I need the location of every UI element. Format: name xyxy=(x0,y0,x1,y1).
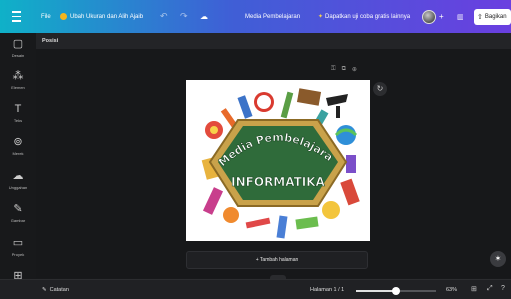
notes-icon: ✎ xyxy=(42,287,47,293)
board-subject-text: INFORMATIKA xyxy=(231,175,325,189)
document-title[interactable]: Media Pembelajaran xyxy=(245,0,300,33)
share-label: Bagikan xyxy=(484,14,507,20)
magic-assistant-icon[interactable]: ✶ xyxy=(490,251,506,267)
help-icon[interactable]: ? xyxy=(501,285,505,292)
brand-icon: ⊚ xyxy=(13,136,23,148)
share-button[interactable]: ⇧ Bagikan xyxy=(474,9,511,25)
add-page-button[interactable]: + Tambah halaman xyxy=(186,251,368,269)
undo-icon[interactable]: ↶ xyxy=(160,0,168,33)
add-page-icon[interactable]: ⊕ xyxy=(352,66,357,73)
zoom-slider-knob[interactable] xyxy=(392,287,400,295)
file-menu[interactable]: File xyxy=(41,0,51,33)
duplicate-page-icon[interactable]: ⧉ xyxy=(342,66,346,73)
left-sidebar: ▢ Desain ⁂ Elemen T Teks ⊚ Merek ☁ Ungga… xyxy=(0,33,36,299)
rotate-icon[interactable]: ↻ xyxy=(373,82,387,96)
fullscreen-icon[interactable]: ⤢ xyxy=(487,285,493,293)
zoom-slider-fill xyxy=(356,290,396,292)
upload-icon: ⇧ xyxy=(477,14,483,21)
sidebar-item-draw[interactable]: ✎ Gambar xyxy=(0,203,36,224)
trial-promo-label: Dapatkan uji coba gratis lainnya xyxy=(325,13,411,20)
sidebar-item-projects[interactable]: ▭ Proyek xyxy=(0,237,36,258)
education-illustration: Media Pembelajaran INFORMATIKA xyxy=(182,70,360,239)
sidebar-item-label: Gambar xyxy=(10,218,26,223)
sidebar-item-label: Unggahan xyxy=(8,185,28,190)
notes-button[interactable]: ✎ Catatan xyxy=(42,287,69,293)
crown-icon xyxy=(60,13,67,20)
trial-promo[interactable]: ✦ Dapatkan uji coba gratis lainnya xyxy=(318,0,410,33)
menu-icon[interactable] xyxy=(11,0,21,33)
resize-button[interactable]: Ubah Ukuran dan Alih Ajaib xyxy=(60,0,143,33)
avatar[interactable] xyxy=(422,0,436,33)
shapes-icon: ⁂ xyxy=(12,70,24,82)
page-toolbar: ⚿ ⧉ ⊕ xyxy=(331,66,357,73)
sparkle-icon: ✦ xyxy=(318,14,324,20)
lock-icon[interactable]: ⚿ xyxy=(331,66,336,73)
page-indicator[interactable]: Halaman 1 / 1 xyxy=(310,287,344,293)
layout-icon: ▢ xyxy=(12,38,24,50)
zoom-slider[interactable] xyxy=(356,287,436,295)
folder-icon: ▭ xyxy=(12,237,24,249)
zoom-level[interactable]: 63% xyxy=(446,287,457,293)
position-button[interactable]: Posisi xyxy=(42,38,58,44)
sidebar-item-label: Teks xyxy=(13,118,23,123)
upload-cloud-icon: ☁ xyxy=(12,170,24,182)
editor-toolbar: Posisi xyxy=(36,33,511,49)
sidebar-item-label: Merek xyxy=(12,151,24,156)
notes-label: Catatan xyxy=(49,287,69,293)
add-collaborator-icon[interactable]: + xyxy=(439,0,444,33)
sidebar-item-label: Desain xyxy=(11,53,25,58)
sidebar-item-text[interactable]: T Teks xyxy=(0,103,36,124)
redo-icon[interactable]: ↷ xyxy=(180,0,188,33)
sidebar-item-elements[interactable]: ⁂ Elemen xyxy=(0,70,36,91)
cloud-save-icon[interactable]: ☁ xyxy=(200,0,208,33)
grid-view-icon[interactable]: ⊞ xyxy=(471,285,477,293)
sidebar-item-design[interactable]: ▢ Desain xyxy=(0,38,36,59)
design-page[interactable]: Media Pembelajaran INFORMATIKA xyxy=(182,70,370,241)
top-bar: File Ubah Ukuran dan Alih Ajaib ↶ ↷ ☁ Me… xyxy=(0,0,511,33)
bottom-bar: ✎ Catatan Halaman 1 / 1 63% ⊞ ⤢ ? xyxy=(0,279,511,299)
sidebar-item-label: Elemen xyxy=(11,85,25,90)
sidebar-item-uploads[interactable]: ☁ Unggahan xyxy=(0,170,36,191)
sidebar-item-label: Proyek xyxy=(11,252,25,257)
pen-icon: ✎ xyxy=(13,203,23,215)
sidebar-item-brand[interactable]: ⊚ Merek xyxy=(0,136,36,157)
resize-label: Ubah Ukuran dan Alih Ajaib xyxy=(70,13,144,20)
text-icon: T xyxy=(14,103,22,115)
analytics-icon[interactable]: ▥ xyxy=(457,0,464,33)
